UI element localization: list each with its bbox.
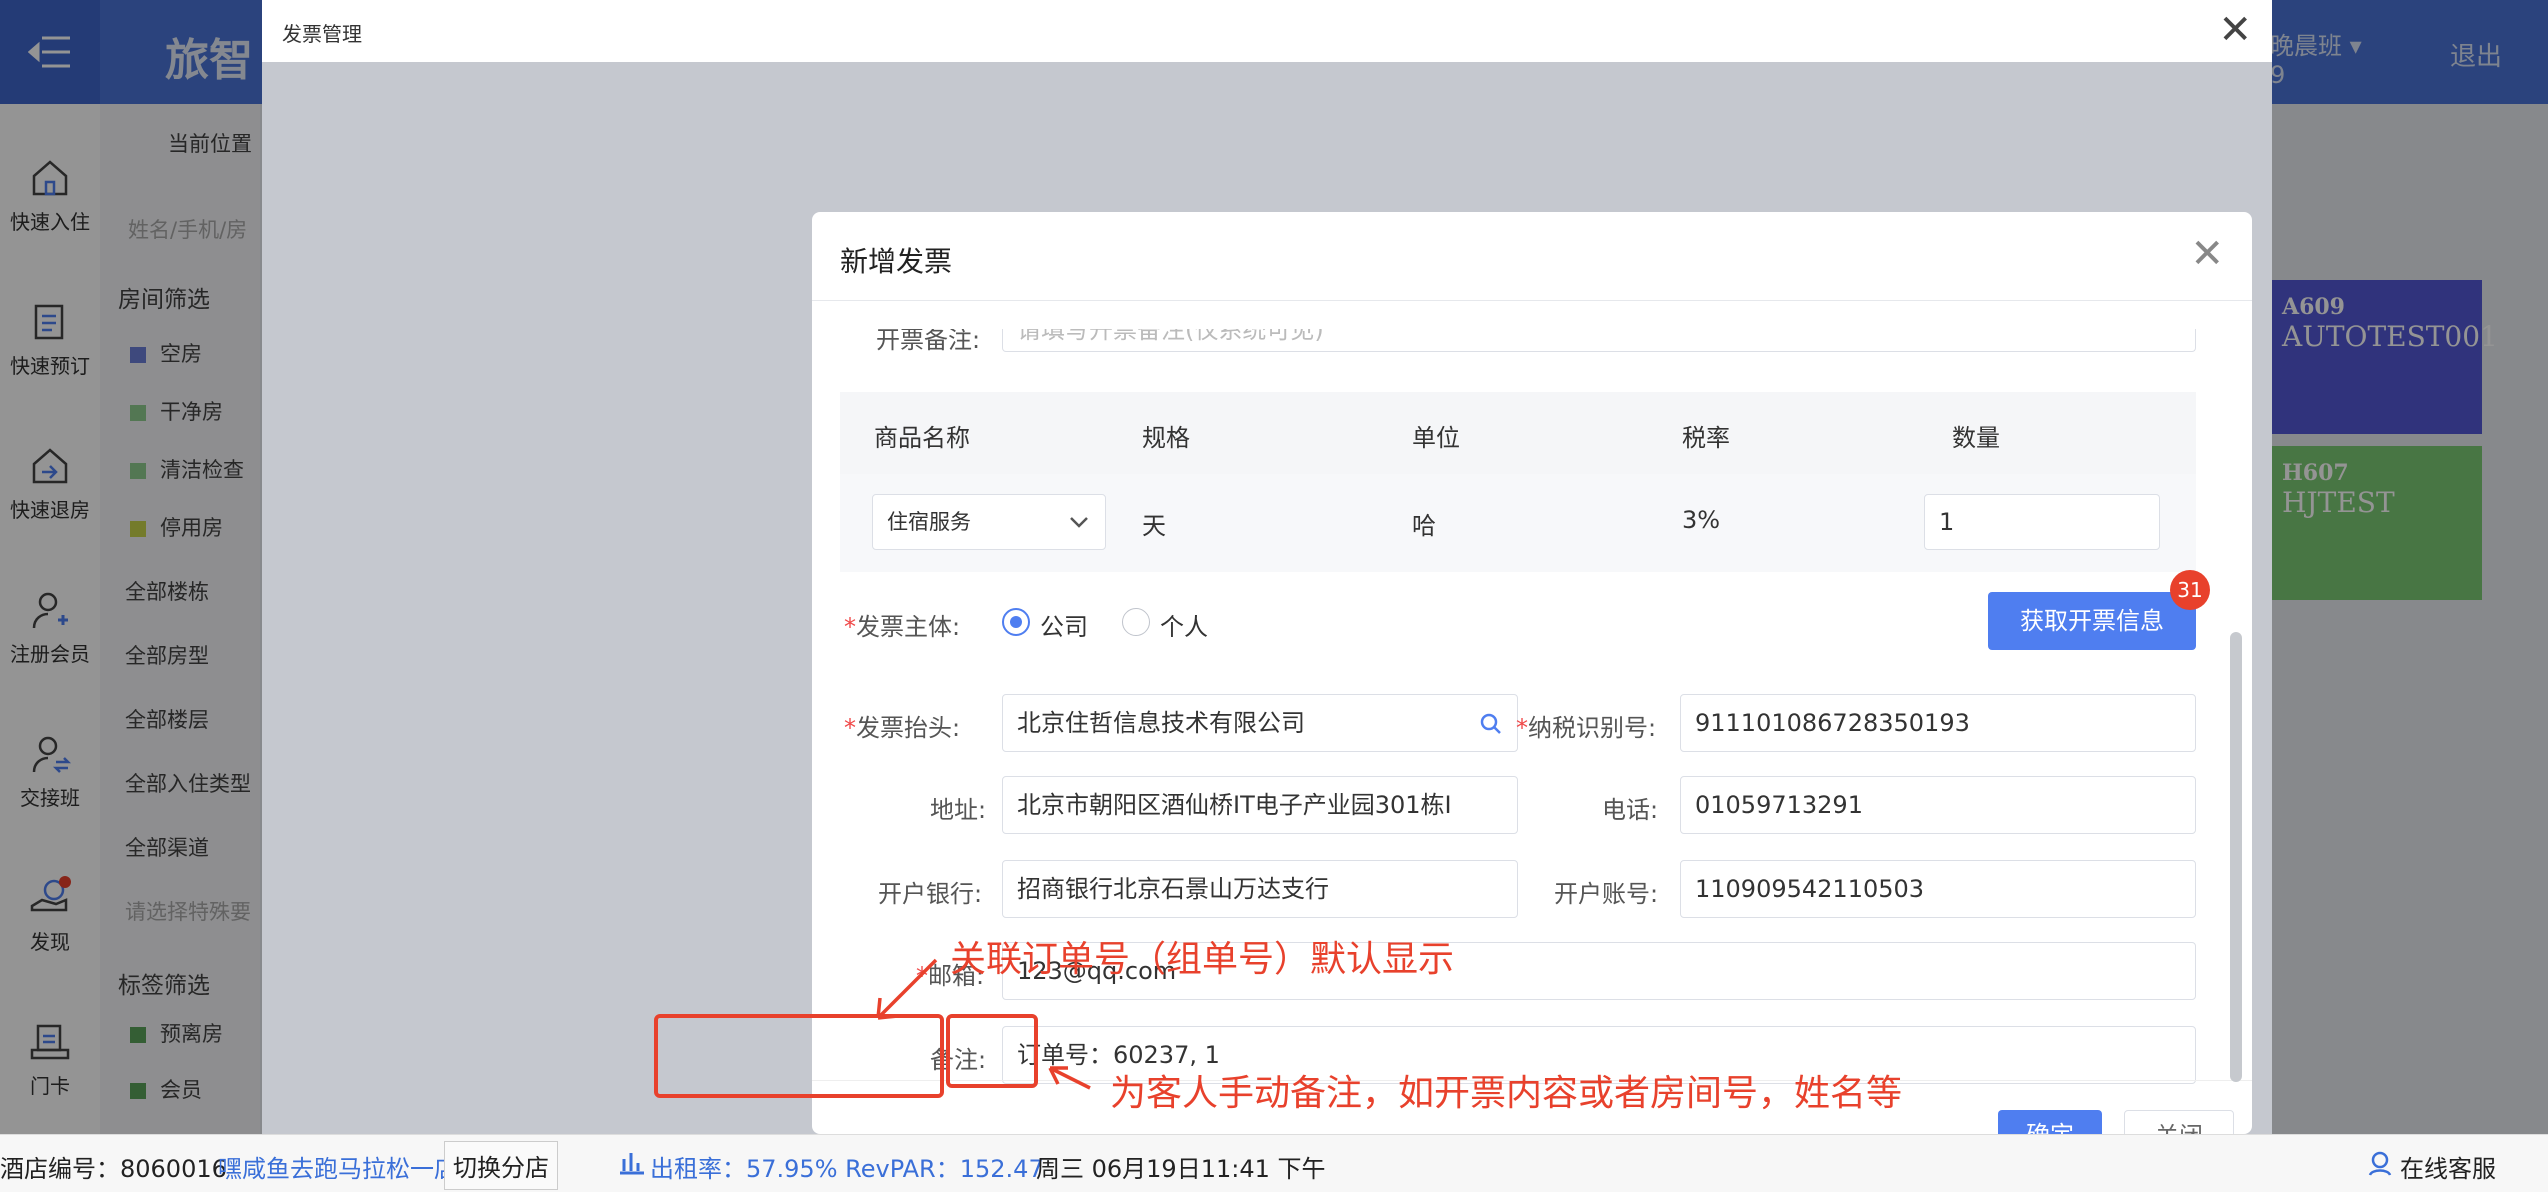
hotel-number: 酒店编号：8060016 (0, 1155, 227, 1183)
input-value: 北京住哲信息技术有限公司 (1017, 709, 1305, 737)
confirm-button[interactable]: 确定 (1998, 1110, 2102, 1134)
bar-chart-icon (620, 1153, 644, 1175)
close-icon[interactable]: ✕ (2190, 232, 2224, 276)
annotation-box-manual (946, 1014, 1038, 1088)
column-header: 商品名称 (874, 424, 970, 452)
radio-company[interactable] (1002, 608, 1030, 636)
invoice-title-label: *发票抬头: (844, 714, 961, 742)
account-label: 开户账号: (1554, 880, 1659, 908)
radio-personal-label: 个人 (1160, 613, 1208, 641)
account-input[interactable]: 110909542110503 (1680, 860, 2196, 918)
dialog-title: 发票管理 (282, 22, 362, 46)
column-header: 单位 (1412, 424, 1460, 452)
address-input[interactable]: 北京市朝阳区酒仙桥IT电子产业园301栋I (1002, 776, 1518, 834)
new-invoice-modal: 新增发票 ✕ 开票备注: 请填写开票备注(仅系统可见) 商品名称 规格 单位 税… (812, 212, 2252, 1134)
column-header: 数量 (1952, 424, 2000, 452)
dialog-header: 发票管理 ✕ (262, 0, 2272, 62)
column-header: 税率 (1682, 424, 1730, 452)
address-label: 地址: (930, 796, 987, 824)
tax-id-label: *纳税识别号: (1516, 714, 1657, 742)
online-service-link[interactable]: 在线客服 (2400, 1149, 2496, 1184)
selected-value: 住宿服务 (887, 510, 971, 534)
tax-id-input[interactable]: 911101086728350193 (1680, 694, 2196, 752)
annotation-arrow (1048, 1066, 1091, 1090)
chevron-down-icon (1070, 517, 1088, 528)
occupancy-stats: 出租率：57.95% RevPAR：152.47 (650, 1155, 1044, 1183)
annotation-box-order (654, 1014, 944, 1098)
annotation-manual-note: 为客人手动备注，如开票内容或者房间号，姓名等 (1110, 1073, 1903, 1114)
goods-spec: 天 (1142, 512, 1166, 540)
goods-quantity-input[interactable]: 1 (1924, 494, 2160, 550)
goods-table-header: 商品名称 规格 单位 税率 数量 (840, 392, 2196, 474)
table-row: 住宿服务 天 哈 3% 1 (840, 474, 2196, 572)
scrollbar-thumb[interactable] (2230, 632, 2242, 1082)
radio-personal[interactable] (1122, 608, 1150, 636)
switch-branch-button[interactable]: 切换分店 (444, 1141, 558, 1190)
status-bar: 酒店编号：8060016 嘿咸鱼去跑马拉松一店 切换分店 出租率：57.95% … (0, 1134, 2548, 1192)
scroll-mask (812, 301, 2226, 329)
phone-label: 电话: (1602, 796, 1659, 824)
annotation-arrow (876, 958, 938, 1020)
goods-name-select[interactable]: 住宿服务 (872, 494, 1106, 550)
column-header: 规格 (1142, 424, 1190, 452)
current-datetime: 周三 06月19日11:41 下午 (1036, 1155, 1326, 1183)
notification-badge: 31 (2170, 570, 2210, 610)
bank-input[interactable]: 招商银行北京石景山万达支行 (1002, 860, 1518, 918)
radio-company-label: 公司 (1040, 613, 1088, 641)
close-button[interactable]: 关闭 (2124, 1110, 2234, 1134)
bank-label: 开户银行: (878, 880, 983, 908)
phone-input[interactable]: 01059713291 (1680, 776, 2196, 834)
customer-service-icon (2368, 1151, 2392, 1176)
goods-tax-rate: 3% (1682, 506, 1721, 534)
search-icon[interactable] (1479, 712, 1503, 736)
modal-title: 新增发票 (840, 245, 953, 278)
close-icon[interactable]: ✕ (2218, 8, 2252, 52)
hotel-name-link[interactable]: 嘿咸鱼去跑马拉松一店 (218, 1149, 458, 1184)
invoice-title-input[interactable]: 北京住哲信息技术有限公司 (1002, 694, 1518, 752)
fetch-invoice-info-button[interactable]: 获取开票信息 (1988, 592, 2196, 650)
goods-unit: 哈 (1412, 512, 1436, 540)
invoice-subject-label: *发票主体: (844, 613, 961, 641)
annotation-order-note: 关联订单号（组单号）默认显示 (950, 939, 1455, 980)
